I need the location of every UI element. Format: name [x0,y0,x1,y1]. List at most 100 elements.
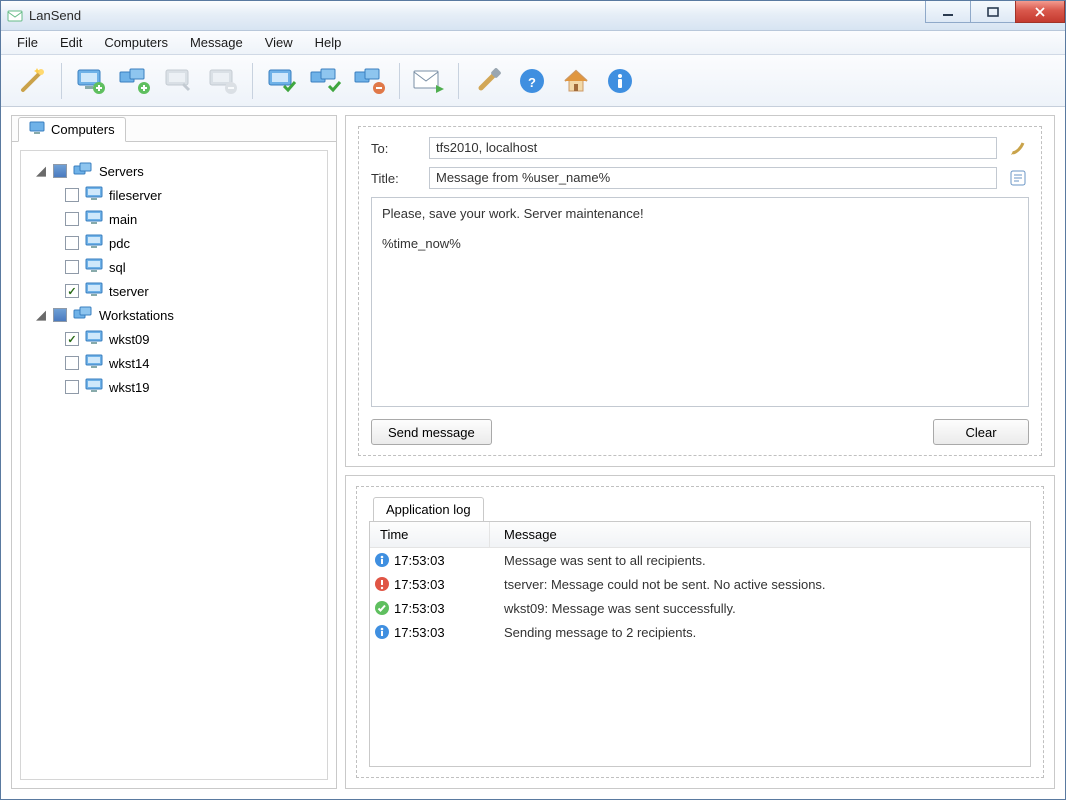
home-button[interactable] [555,60,597,102]
item-label: tserver [109,284,149,299]
deselect-button[interactable] [349,60,391,102]
item-checkbox[interactable] [65,284,79,298]
send-message-button[interactable]: Send message [371,419,492,445]
item-label: pdc [109,236,130,251]
menu-edit[interactable]: Edit [50,33,92,52]
to-value: tfs2010, localhost [436,140,537,155]
status-icon [370,576,394,592]
menu-help[interactable]: Help [305,33,352,52]
log-row[interactable]: 17:53:03tserver: Message could not be se… [370,572,1030,596]
col-time[interactable]: Time [370,522,490,547]
status-icon [370,600,394,616]
group-checkbox[interactable] [53,308,67,322]
menu-computers[interactable]: Computers [94,33,178,52]
monitor-icon [85,258,103,277]
app-window: LanSend File Edit Computers Message View… [0,0,1066,800]
app-icon [7,8,23,24]
edit-computer-button[interactable] [158,60,200,102]
menu-file[interactable]: File [7,33,48,52]
item-checkbox[interactable] [65,332,79,346]
compose-panel: To: tfs2010, localhost Title: Message fr… [345,115,1055,467]
expander-icon[interactable]: ◢ [35,165,47,177]
clear-to-button[interactable] [1007,137,1029,159]
menu-view[interactable]: View [255,33,303,52]
tab-application-log[interactable]: Application log [373,497,484,522]
remove-computer-button[interactable] [202,60,244,102]
tree-group[interactable]: ◢ Workstations [29,303,319,327]
tree-item[interactable]: main [29,207,319,231]
compose-dashed: To: tfs2010, localhost Title: Message fr… [358,126,1042,456]
log-row[interactable]: 17:53:03Message was sent to all recipien… [370,548,1030,572]
item-checkbox[interactable] [65,236,79,250]
send-message-button[interactable] [408,60,450,102]
computers-tree[interactable]: ◢Servers fileserver main pdc sql tserver ◢ Work… [20,150,328,780]
monitor-icon [85,378,103,397]
tree-item[interactable]: fileserver [29,183,319,207]
group-icon [73,306,93,325]
clear-button[interactable]: Clear [933,419,1029,445]
monitor-icon [85,354,103,373]
item-label: fileserver [109,188,162,203]
expander-icon[interactable]: ◢ [35,309,47,321]
about-button[interactable] [599,60,641,102]
to-label: To: [371,141,419,156]
close-button[interactable] [1015,1,1065,23]
tree-item[interactable]: wkst14 [29,351,319,375]
tree-item[interactable]: tserver [29,279,319,303]
toolbar: ? [1,55,1065,107]
menu-message[interactable]: Message [180,33,253,52]
item-checkbox[interactable] [65,380,79,394]
title-label: Title: [371,171,419,186]
title-field[interactable]: Message from %user_name% [429,167,997,189]
tab-computers[interactable]: Computers [18,117,126,142]
monitor-icon [85,210,103,229]
help-button[interactable]: ? [511,60,553,102]
item-checkbox[interactable] [65,260,79,274]
tree-item[interactable]: wkst19 [29,375,319,399]
item-checkbox[interactable] [65,356,79,370]
tree-group[interactable]: ◢Servers [29,159,319,183]
group-icon [73,162,93,181]
select-group-button[interactable] [305,60,347,102]
add-group-button[interactable] [114,60,156,102]
monitor-icon [85,330,103,349]
log-time: 17:53:03 [394,577,490,592]
tree-item[interactable]: pdc [29,231,319,255]
separator [458,63,459,99]
item-label: main [109,212,137,227]
window-controls [926,1,1065,30]
item-label: sql [109,260,126,275]
wizard-button[interactable] [11,60,53,102]
svg-text:?: ? [528,75,536,90]
log-row[interactable]: 17:53:03Sending message to 2 recipients. [370,620,1030,644]
clear-label: Clear [965,425,996,440]
group-label: Workstations [99,308,174,323]
maximize-button[interactable] [970,1,1016,23]
titlebar: LanSend [1,1,1065,31]
log-message: tserver: Message could not be sent. No a… [490,577,1030,592]
log-time: 17:53:03 [394,625,490,640]
item-label: wkst09 [109,332,149,347]
item-checkbox[interactable] [65,212,79,226]
item-label: wkst19 [109,380,149,395]
select-all-button[interactable] [261,60,303,102]
log-panel: Application log Time Message 17:53:03Mes… [345,475,1055,789]
col-message[interactable]: Message [490,522,1030,547]
tree-item[interactable]: wkst09 [29,327,319,351]
computers-panel: Computers ◢Servers fileserver main pdc sql ts… [11,115,337,789]
log-list: Time Message 17:53:03Message was sent to… [369,521,1031,767]
group-checkbox[interactable] [53,164,67,178]
message-body[interactable]: Please, save your work. Server maintenan… [371,197,1029,407]
settings-button[interactable] [467,60,509,102]
status-icon [370,624,394,640]
log-row[interactable]: 17:53:03wkst09: Message was sent success… [370,596,1030,620]
insert-variable-button[interactable] [1007,167,1029,189]
tab-computers-label: Computers [51,122,115,137]
minimize-button[interactable] [925,1,971,23]
log-message: wkst09: Message was sent successfully. [490,601,1030,616]
item-checkbox[interactable] [65,188,79,202]
item-label: wkst14 [109,356,149,371]
add-computer-button[interactable] [70,60,112,102]
to-field[interactable]: tfs2010, localhost [429,137,997,159]
tree-item[interactable]: sql [29,255,319,279]
